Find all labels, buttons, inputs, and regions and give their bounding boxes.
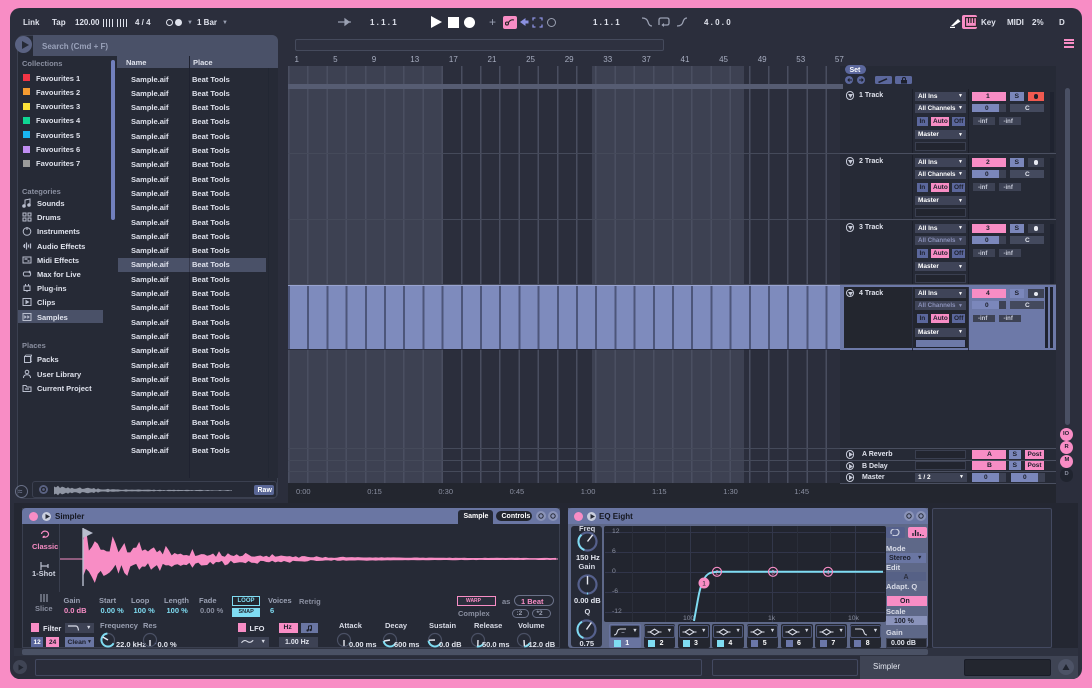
- svg-text:1: 1: [702, 581, 706, 588]
